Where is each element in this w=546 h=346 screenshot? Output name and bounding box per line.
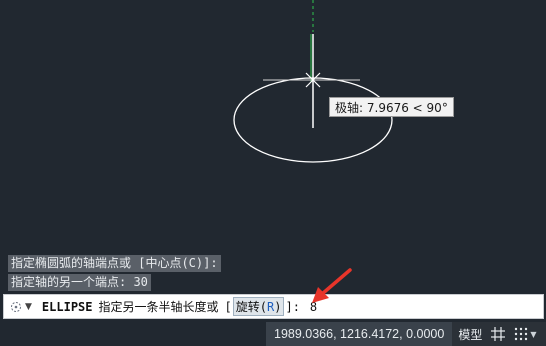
tooltip-value: : 7.9676 < 90°	[359, 101, 448, 115]
annotation-arrow-icon	[312, 268, 352, 303]
snap-dots-icon[interactable]	[514, 327, 528, 341]
command-name: ELLIPSE	[41, 299, 93, 314]
command-history-line: 指定椭圆弧的轴端点或 [中心点(C)]:	[8, 255, 221, 272]
command-customize-icon[interactable]	[9, 300, 23, 314]
command-line[interactable]: ▼ ELLIPSE 指定另一条半轴长度或 [ 旋转(R) ]: 8	[3, 294, 544, 319]
option-key-close: )	[274, 300, 282, 314]
chevron-down-icon[interactable]: ▼	[25, 302, 32, 312]
command-history-line: 指定轴的另一个端点: 30	[8, 274, 151, 291]
chevron-down-icon[interactable]: ▼	[530, 330, 536, 339]
dynamic-input-tooltip: 极轴: 7.9676 < 90°	[329, 97, 454, 117]
bracket-close: ]:	[285, 299, 300, 314]
coordinate-readout[interactable]: 1989.0366, 1216.4172, 0.0000	[266, 322, 453, 346]
bracket-open: [	[224, 299, 232, 314]
tooltip-label: 极轴	[335, 101, 360, 115]
status-bar: 1989.0366, 1216.4172, 0.0000 模型 ▼	[266, 322, 546, 346]
option-label: 旋转	[235, 300, 260, 314]
option-key-open: (	[259, 300, 267, 314]
grid-icon[interactable]	[490, 326, 506, 342]
option-rotate-button[interactable]: 旋转(R)	[232, 297, 285, 316]
model-space-button[interactable]: 模型	[458, 326, 482, 343]
command-prompt: 指定另一条半轴长度或	[98, 300, 219, 314]
